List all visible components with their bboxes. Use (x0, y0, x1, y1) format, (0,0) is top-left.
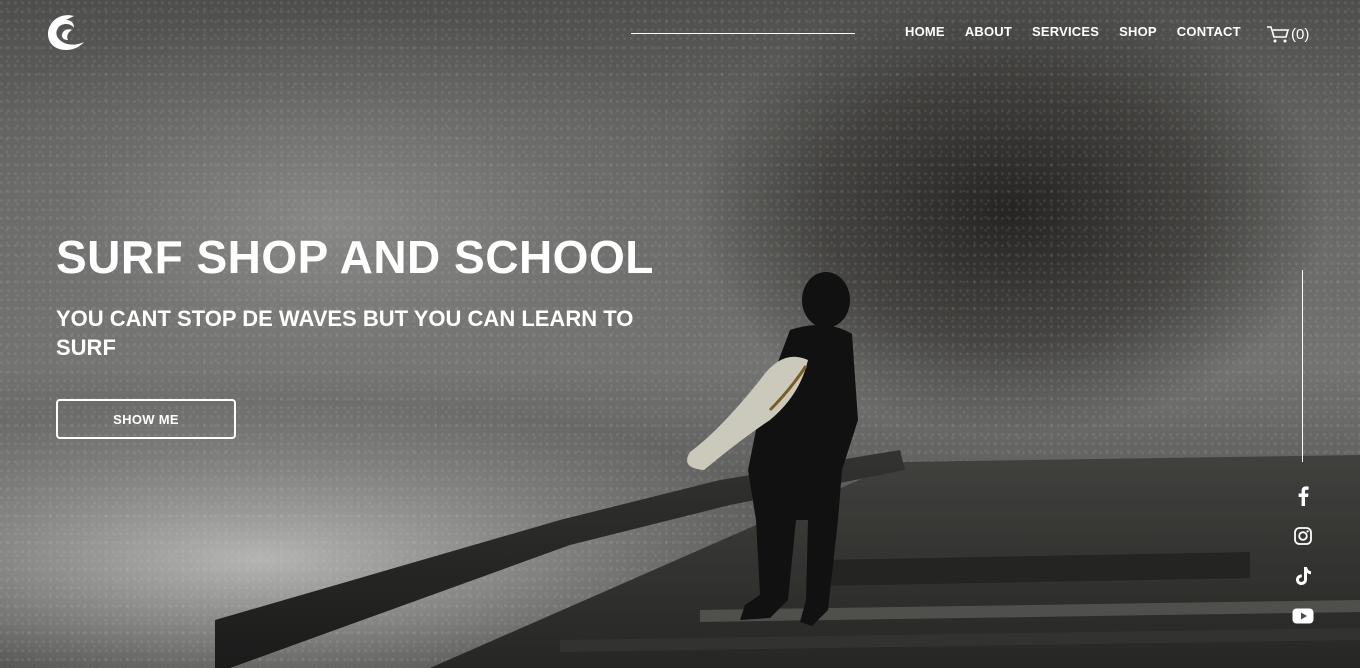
show-me-button[interactable]: SHOW ME (56, 399, 236, 439)
nav-contact[interactable]: CONTACT (1177, 24, 1241, 39)
hero-title: SURF SHOP AND SCHOOL (56, 231, 654, 283)
youtube-icon[interactable] (1292, 605, 1314, 627)
facebook-icon[interactable] (1292, 485, 1314, 507)
instagram-icon[interactable] (1292, 525, 1314, 547)
social-divider (1302, 270, 1303, 462)
hero-subtitle: YOU CANT STOP DE WAVES BUT YOU CAN LEARN… (56, 306, 634, 360)
hero-section: HOME ABOUT SERVICES SHOP CONTACT (0) SUR… (0, 0, 1360, 668)
header-divider (631, 33, 855, 34)
nav-home[interactable]: HOME (905, 24, 945, 39)
tiktok-icon[interactable] (1292, 565, 1314, 587)
nav-services[interactable]: SERVICES (1032, 24, 1099, 39)
wave-logo-icon[interactable] (44, 12, 88, 52)
nav-about[interactable]: ABOUT (965, 24, 1012, 39)
cart-count: (0) (1291, 25, 1310, 43)
cart-button[interactable]: (0) (1266, 24, 1309, 44)
cart-icon (1267, 26, 1290, 43)
main-nav: HOME ABOUT SERVICES SHOP CONTACT (905, 24, 1241, 39)
nav-shop[interactable]: SHOP (1119, 24, 1157, 39)
